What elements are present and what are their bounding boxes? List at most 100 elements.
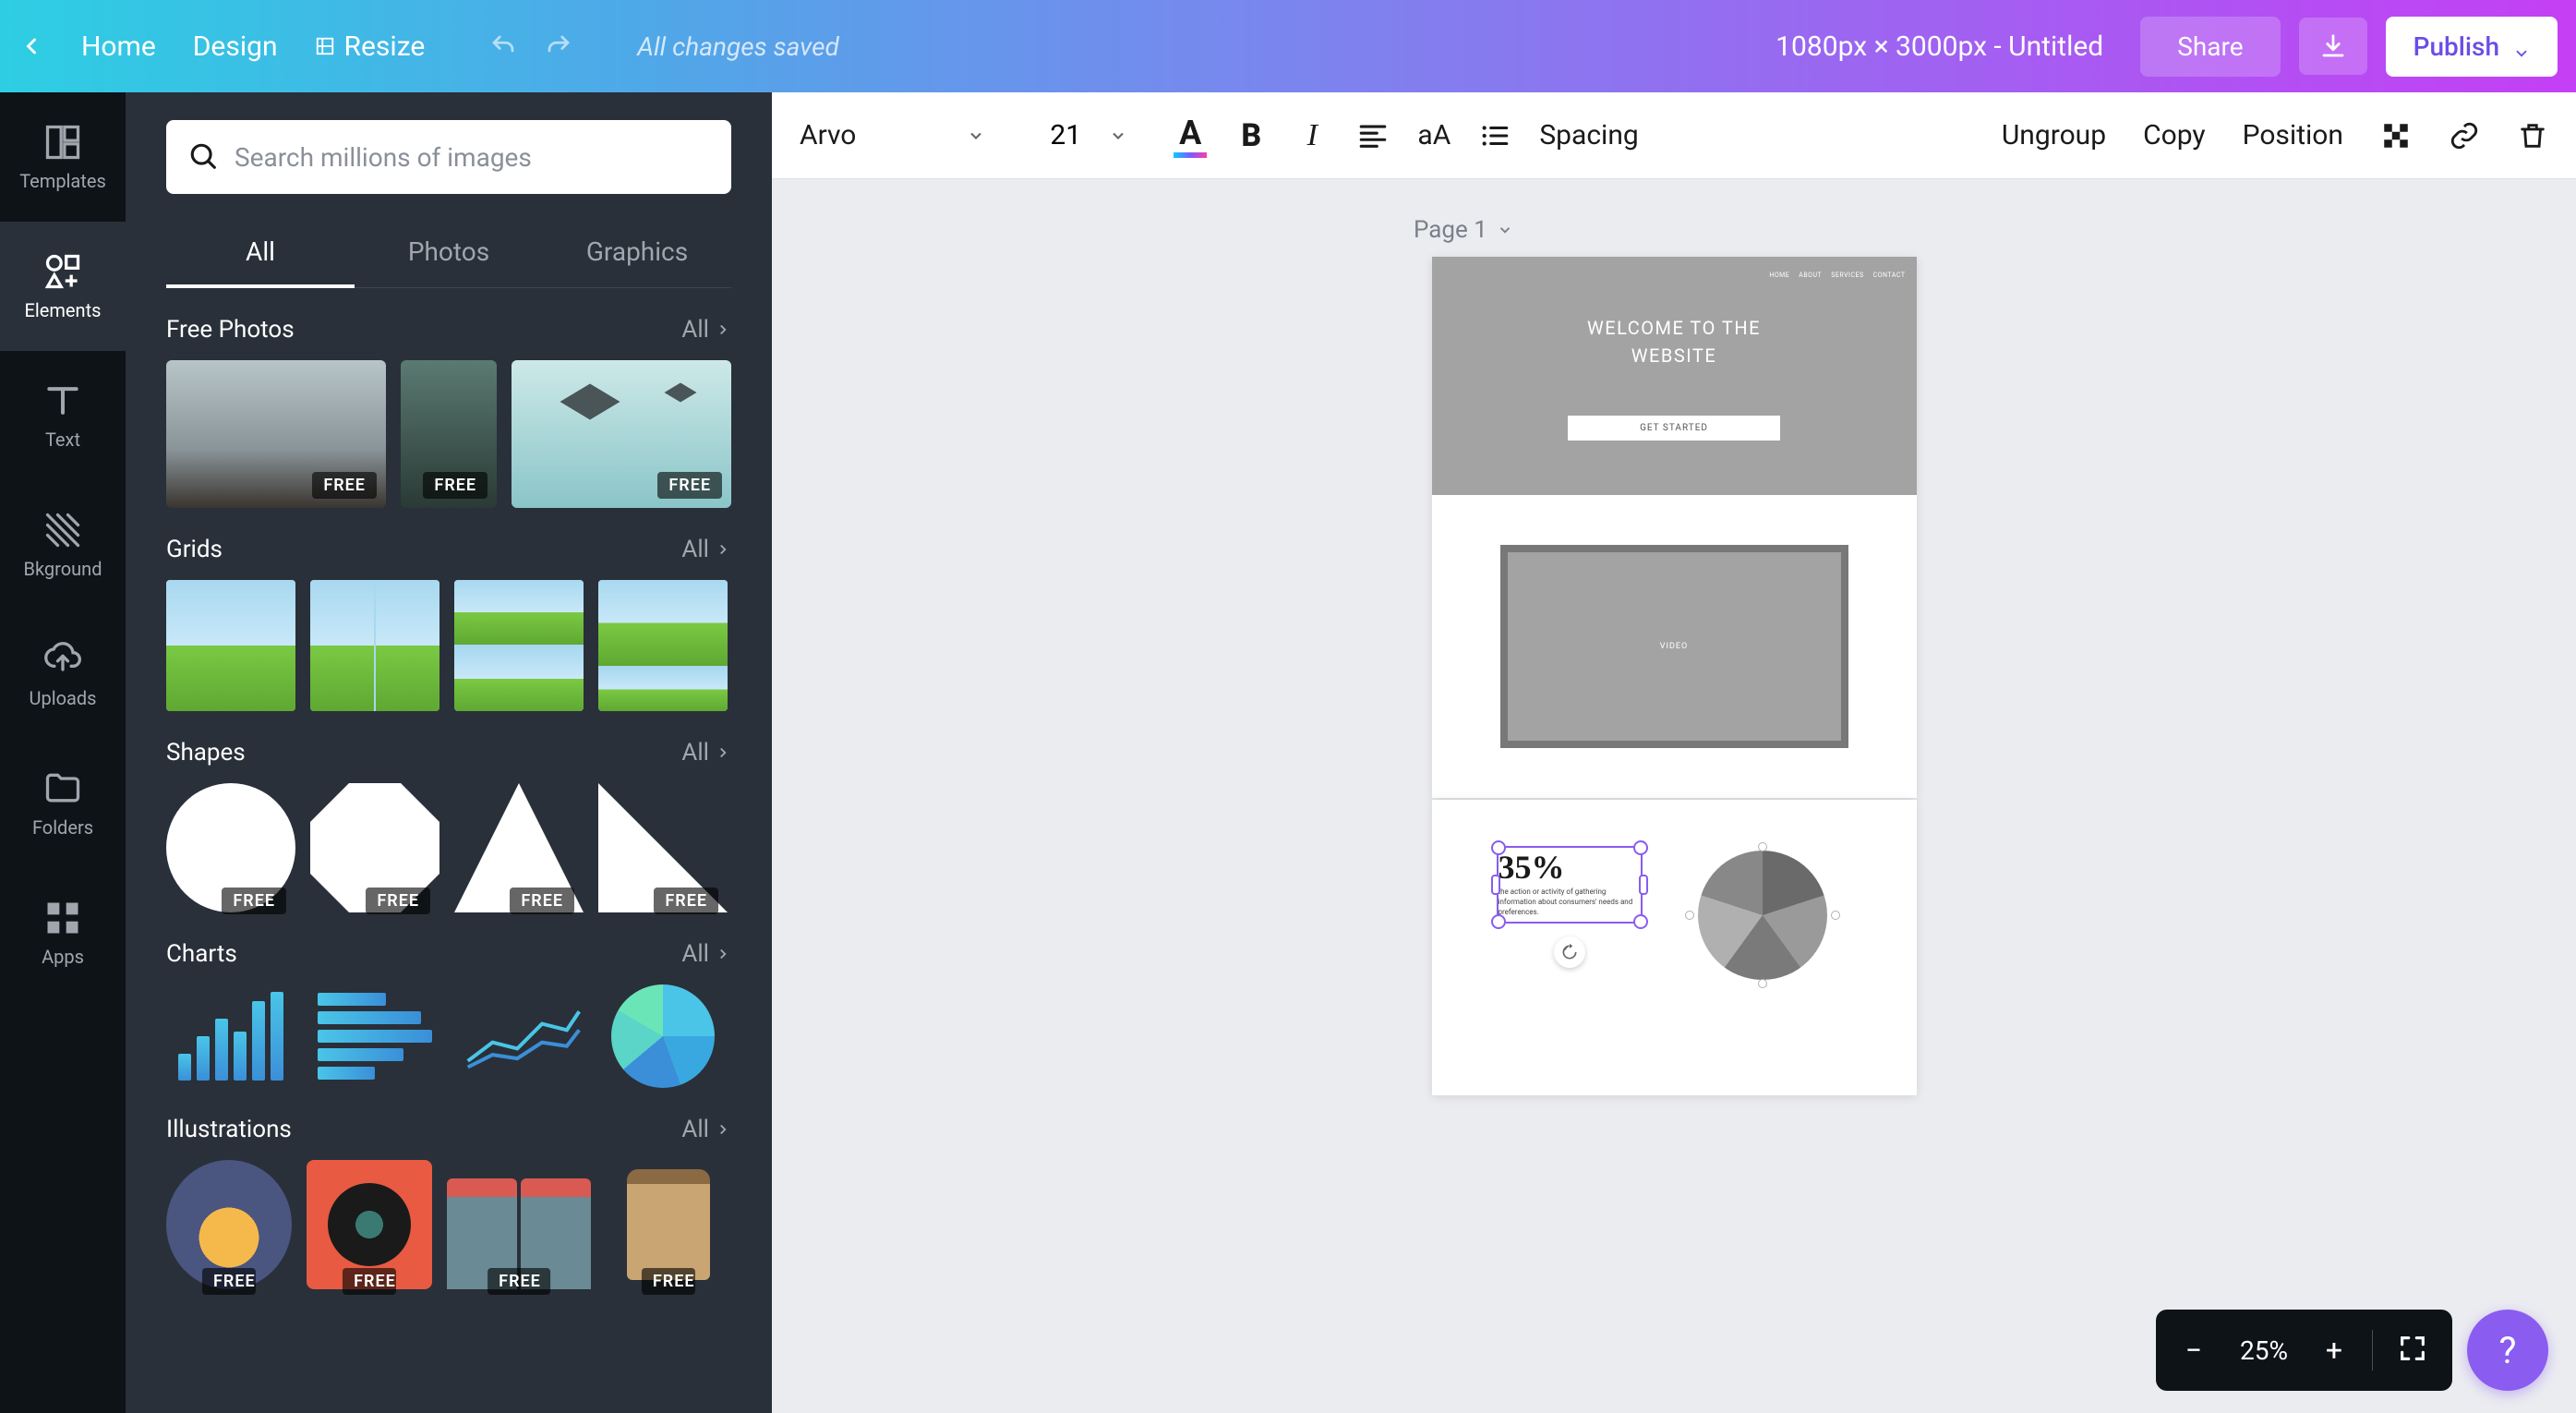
grid-thumbnail[interactable] bbox=[598, 580, 728, 711]
bold-button[interactable]: B bbox=[1234, 119, 1268, 152]
selection-handle[interactable] bbox=[1491, 914, 1506, 929]
zoom-control: − 25% + bbox=[2156, 1310, 2452, 1391]
position-button[interactable]: Position bbox=[2243, 119, 2343, 151]
zoom-in-button[interactable]: + bbox=[2320, 1333, 2348, 1368]
illustration-thumbnail[interactable]: FREE bbox=[166, 1160, 292, 1289]
nav-apps[interactable]: Apps bbox=[0, 868, 126, 997]
bar-chart-thumbnail[interactable] bbox=[166, 984, 295, 1088]
home-link[interactable]: Home bbox=[81, 30, 156, 63]
nav-templates[interactable]: Templates bbox=[0, 92, 126, 222]
transparency-icon bbox=[2380, 120, 2412, 151]
undo-icon[interactable] bbox=[489, 32, 517, 60]
nav-background[interactable]: Bkground bbox=[0, 480, 126, 610]
uppercase-button[interactable]: aA bbox=[1417, 119, 1451, 152]
horizontal-bar-chart-thumbnail[interactable] bbox=[310, 984, 439, 1088]
illustration-thumbnail[interactable]: FREE bbox=[606, 1160, 731, 1289]
list-button[interactable] bbox=[1478, 119, 1511, 152]
section-free-photos: Free Photos All FREE FREE FREE bbox=[166, 316, 731, 508]
line-chart-thumbnail[interactable] bbox=[454, 984, 593, 1088]
search-field[interactable] bbox=[166, 120, 731, 194]
shape-right-triangle-thumbnail[interactable]: FREE bbox=[598, 783, 728, 912]
selection-handle[interactable] bbox=[1633, 840, 1648, 855]
selection-handle[interactable] bbox=[1633, 914, 1648, 929]
hero-nav-item: HOME bbox=[1769, 272, 1789, 279]
tab-photos[interactable]: Photos bbox=[355, 216, 543, 287]
publish-button[interactable]: Publish bbox=[2386, 17, 2558, 77]
fullscreen-icon bbox=[2397, 1333, 2428, 1364]
design-link[interactable]: Design bbox=[193, 30, 278, 63]
redo-icon[interactable] bbox=[545, 32, 572, 60]
shape-octagon-thumbnail[interactable]: FREE bbox=[310, 783, 439, 912]
stats-section[interactable]: 35% the action or activity of gathering … bbox=[1432, 800, 1917, 1095]
selection-handle[interactable] bbox=[1491, 875, 1500, 895]
grid-thumbnail[interactable] bbox=[310, 580, 439, 711]
resize-button[interactable]: Resize bbox=[315, 30, 426, 63]
document-title[interactable]: 1080px × 3000px - Untitled bbox=[1776, 30, 2103, 63]
font-size-dropdown[interactable]: 21 bbox=[1050, 119, 1127, 151]
zoom-value[interactable]: 25% bbox=[2232, 1335, 2296, 1366]
shape-triangle-thumbnail[interactable]: FREE bbox=[454, 783, 584, 912]
zoom-out-button[interactable]: − bbox=[2180, 1333, 2208, 1368]
uploads-icon bbox=[42, 639, 83, 680]
spacing-button[interactable]: Spacing bbox=[1539, 119, 1638, 151]
align-button[interactable] bbox=[1356, 119, 1390, 152]
chart-handle[interactable] bbox=[1831, 911, 1840, 920]
free-badge: FREE bbox=[202, 1268, 256, 1295]
search-input[interactable] bbox=[235, 142, 709, 173]
illustration-thumbnail[interactable]: FREE bbox=[447, 1160, 591, 1289]
folders-icon bbox=[42, 768, 83, 809]
all-label: All bbox=[681, 316, 709, 344]
copy-button[interactable]: Copy bbox=[2143, 119, 2206, 151]
canvas-viewport[interactable]: Page 1 HOME ABOUT SERVICES CONTACT WELCO… bbox=[772, 179, 2576, 1413]
chart-handle[interactable] bbox=[1758, 979, 1767, 988]
illustration-thumbnail[interactable]: FREE bbox=[307, 1160, 432, 1289]
selection-handle[interactable] bbox=[1491, 840, 1506, 855]
video-section: VIDEO bbox=[1432, 495, 1917, 798]
page-indicator[interactable]: Page 1 bbox=[1414, 216, 1513, 244]
shape-circle-thumbnail[interactable]: FREE bbox=[166, 783, 295, 912]
nav-uploads[interactable]: Uploads bbox=[0, 610, 126, 739]
chevron-right-icon bbox=[715, 321, 731, 338]
design-page[interactable]: HOME ABOUT SERVICES CONTACT WELCOME TO T… bbox=[1432, 257, 1917, 798]
selected-text-element[interactable]: 35% the action or activity of gathering … bbox=[1497, 846, 1643, 924]
font-dropdown[interactable]: Arvo bbox=[800, 119, 985, 151]
all-label: All bbox=[681, 1116, 709, 1143]
photo-thumbnail[interactable]: FREE bbox=[512, 360, 731, 508]
italic-button[interactable]: I bbox=[1295, 119, 1329, 152]
back-chevron-icon[interactable] bbox=[18, 33, 44, 59]
elements-icon bbox=[42, 251, 83, 292]
nav-elements[interactable]: Elements bbox=[0, 222, 126, 351]
photo-thumbnail[interactable]: FREE bbox=[401, 360, 497, 508]
grid-thumbnail[interactable] bbox=[166, 580, 295, 711]
fullscreen-button[interactable] bbox=[2397, 1333, 2428, 1368]
share-button[interactable]: Share bbox=[2140, 17, 2280, 77]
see-all-link[interactable]: All bbox=[681, 940, 731, 968]
chart-handle[interactable] bbox=[1685, 911, 1694, 920]
section-grids: Grids All bbox=[166, 536, 731, 711]
see-all-link[interactable]: All bbox=[681, 739, 731, 767]
tab-graphics[interactable]: Graphics bbox=[543, 216, 731, 287]
help-button[interactable]: ? bbox=[2467, 1310, 2548, 1391]
download-button[interactable] bbox=[2299, 18, 2367, 75]
ungroup-button[interactable]: Ungroup bbox=[2002, 119, 2106, 151]
see-all-link[interactable]: All bbox=[681, 1116, 731, 1143]
nav-text[interactable]: Text bbox=[0, 351, 126, 480]
hero-nav-item: SERVICES bbox=[1831, 272, 1863, 279]
chart-handle[interactable] bbox=[1758, 842, 1767, 851]
see-all-link[interactable]: All bbox=[681, 316, 731, 344]
link-button[interactable] bbox=[2449, 120, 2480, 151]
transparency-button[interactable] bbox=[2380, 120, 2412, 151]
photo-thumbnail[interactable]: FREE bbox=[166, 360, 386, 508]
tab-all[interactable]: All bbox=[166, 216, 355, 287]
selection-handle[interactable] bbox=[1639, 875, 1648, 895]
stat-number: 35% bbox=[1499, 848, 1641, 887]
grid-thumbnail[interactable] bbox=[454, 580, 584, 711]
text-color-button[interactable]: A bbox=[1174, 114, 1207, 158]
nav-folders[interactable]: Folders bbox=[0, 739, 126, 868]
pie-chart-element[interactable] bbox=[1689, 846, 1836, 984]
see-all-link[interactable]: All bbox=[681, 536, 731, 563]
delete-button[interactable] bbox=[2517, 120, 2548, 151]
rotate-handle[interactable] bbox=[1554, 936, 1585, 968]
pie-chart-thumbnail[interactable] bbox=[608, 984, 718, 1088]
stat-description: the action or activity of gathering info… bbox=[1499, 887, 1641, 918]
